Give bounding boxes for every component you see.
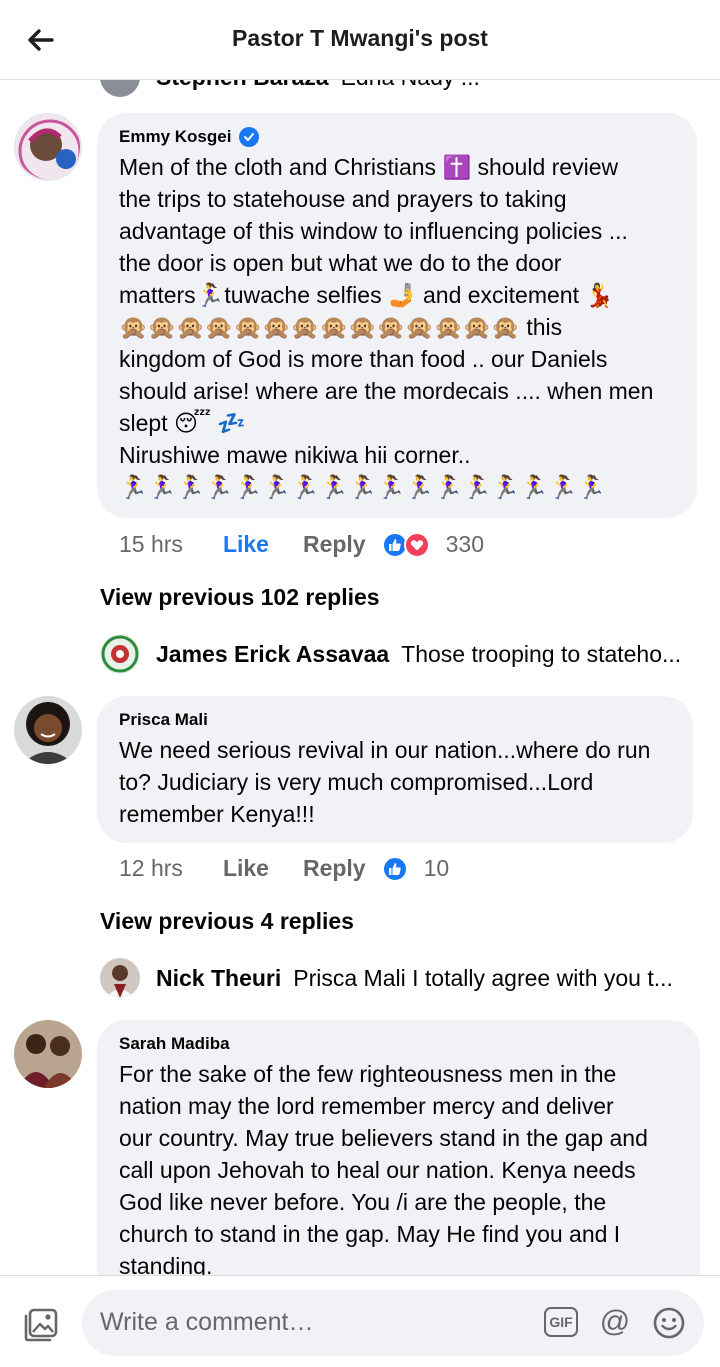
reply-author[interactable]: Nick Theuri [156,965,281,992]
comment-line: For the sake of the few righteousness me… [119,1061,617,1087]
photo-icon[interactable] [22,1306,60,1344]
love-reaction-icon [403,531,430,558]
reaction-summary[interactable] [381,531,430,558]
reaction-summary[interactable] [381,855,408,882]
comment-line: 🙊🙊🙊🙊🙊🙊🙊🙊🙊🙊🙊🙊🙊🙊 this [119,314,563,340]
comment-author[interactable]: Sarah Madiba [119,1034,678,1054]
comment-line: 🏃‍♀️🏃‍♀️🏃‍♀️🏃‍♀️🏃‍♀️🏃‍♀️🏃‍♀️🏃‍♀️🏃‍♀️🏃‍♀️… [119,474,606,500]
like-reaction-icon [381,855,408,882]
reply-text: Edna Nady ... [341,80,480,91]
reply-author[interactable]: James Erick Assavaa [156,641,389,668]
timestamp[interactable]: 15 hrs [119,531,183,558]
comment-bubble[interactable]: Prisca Mali We need serious revival in o… [97,696,693,843]
reply-text: Those trooping to stateho... [401,640,682,667]
avatar[interactable] [14,696,82,764]
view-previous-replies-link[interactable]: View previous 4 replies [100,908,354,935]
avatar[interactable] [100,80,140,97]
comment-actions: 12 hrs Like Reply 10 [119,855,449,882]
comment-line: nation may the lord remember mercy and d… [119,1093,614,1119]
top-bar: Pastor T Mwangi's post [0,0,720,80]
author-name[interactable]: Prisca Mali [119,710,208,730]
comment-bubble[interactable]: Sarah Madiba For the sake of the few rig… [97,1020,700,1275]
reply-text: Prisca Mali I totally agree with you t..… [293,964,673,991]
reply-preview[interactable]: James Erick Assavaa Those trooping to st… [100,634,681,674]
verified-icon [239,127,260,147]
comment-bubble[interactable]: Emmy Kosgei Men of the cloth and Christi… [97,113,697,518]
comment-line: We need serious revival in our nation...… [119,737,651,763]
mention-icon[interactable]: @ [598,1306,632,1340]
avatar[interactable] [100,958,140,998]
reply-button[interactable]: Reply [303,531,366,558]
comment-line: church to stand in the gap. May He find … [119,1221,621,1247]
comment-line: call upon Jehovah to heal our nation. Ke… [119,1157,636,1183]
like-button[interactable]: Like [223,531,269,558]
timestamp[interactable]: 12 hrs [119,855,183,882]
comment-line: matters🏃‍♀️tuwache selfies 🤳 and excitem… [119,282,614,308]
author-name[interactable]: Emmy Kosgei [119,127,231,147]
comment-text: For the sake of the few righteousness me… [119,1058,678,1275]
cut-off-reply[interactable]: Stephen Baraza Edna Nady ... [100,80,480,97]
comment-actions: 15 hrs Like Reply 330 [119,531,484,558]
comment-line: advantage of this window to influencing … [119,218,628,244]
comment-text: Men of the cloth and Christians ✝️ shoul… [119,151,675,503]
comment-input[interactable] [100,1308,520,1337]
gif-icon[interactable]: GIF [544,1307,578,1337]
emoji-icon[interactable] [652,1306,686,1340]
reply-preview[interactable]: Nick Theuri Prisca Mali I totally agree … [100,958,673,998]
view-previous-replies-link[interactable]: View previous 102 replies [100,584,380,611]
reaction-count: 10 [423,855,450,881]
comment-line: slept 😴 💤 [119,410,246,436]
comment-input-container[interactable]: GIF @ [82,1290,704,1356]
reaction-count: 330 [445,531,484,557]
comment-author[interactable]: Prisca Mali [119,710,671,730]
comment-line: the trips to statehouse and prayers to t… [119,186,567,212]
comment-author[interactable]: Emmy Kosgei [119,127,675,147]
page-title: Pastor T Mwangi's post [232,25,488,51]
comment-line: Men of the cloth and Christians ✝️ shoul… [119,154,619,180]
comment-line: the door is open but what we do to the d… [119,250,562,276]
reply-button[interactable]: Reply [303,855,366,882]
comment-line: God like never before. You /i are the pe… [119,1189,607,1215]
comment-line: kingdom of God is more than food .. our … [119,346,608,372]
comment-line: standing. [119,1253,213,1275]
comment-composer: GIF @ [0,1275,720,1367]
reply-author[interactable]: Stephen Baraza [156,80,329,91]
comment-text: We need serious revival in our nation...… [119,734,671,830]
avatar[interactable] [14,113,82,181]
comment-line: Nirushiwe mawe nikiwa hii corner.. [119,442,471,468]
comment-line: our country. May true believers stand in… [119,1125,648,1151]
author-name[interactable]: Sarah Madiba [119,1034,230,1054]
comment-feed[interactable]: Stephen Baraza Edna Nady ... Emmy Kosgei… [0,80,720,1275]
avatar[interactable] [14,1020,82,1088]
comment-line: should arise! where are the mordecais ..… [119,378,654,404]
avatar[interactable] [100,634,140,674]
comment-line: remember Kenya!!! [119,801,315,827]
like-button[interactable]: Like [223,855,269,882]
comment-line: to? Judiciary is very much compromised..… [119,769,594,795]
